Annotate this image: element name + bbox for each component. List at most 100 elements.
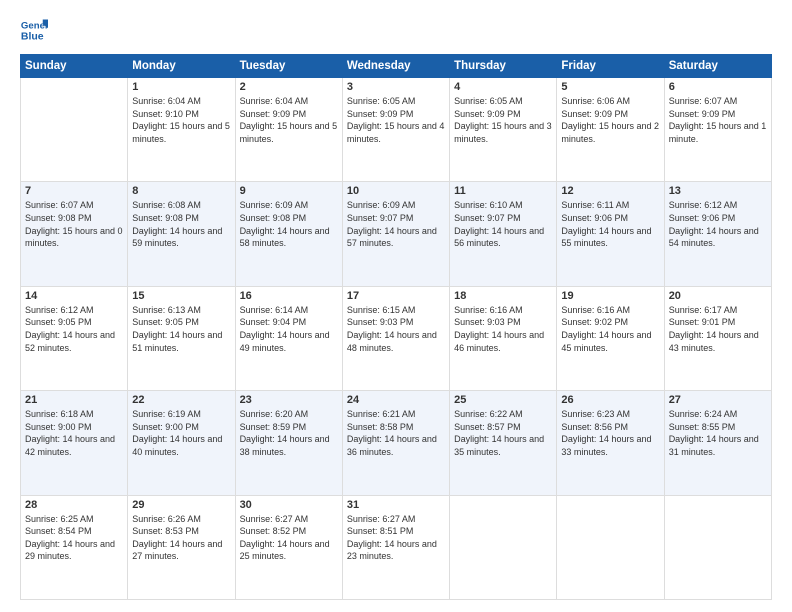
day-number: 21 — [25, 394, 123, 406]
cell-info: Sunrise: 6:27 AMSunset: 8:51 PMDaylight:… — [347, 513, 445, 563]
cell-info: Sunrise: 6:07 AMSunset: 9:08 PMDaylight:… — [25, 199, 123, 249]
cell-info: Sunrise: 6:16 AMSunset: 9:02 PMDaylight:… — [561, 304, 659, 354]
calendar-cell: 5 Sunrise: 6:06 AMSunset: 9:09 PMDaylight… — [557, 78, 664, 182]
cell-info: Sunrise: 6:18 AMSunset: 9:00 PMDaylight:… — [25, 408, 123, 458]
calendar-cell: 4 Sunrise: 6:05 AMSunset: 9:09 PMDaylight… — [450, 78, 557, 182]
day-number: 15 — [132, 290, 230, 302]
cell-info: Sunrise: 6:22 AMSunset: 8:57 PMDaylight:… — [454, 408, 552, 458]
cell-info: Sunrise: 6:16 AMSunset: 9:03 PMDaylight:… — [454, 304, 552, 354]
cell-info: Sunrise: 6:25 AMSunset: 8:54 PMDaylight:… — [25, 513, 123, 563]
calendar-cell: 22 Sunrise: 6:19 AMSunset: 9:00 PMDayligh… — [128, 391, 235, 495]
calendar-cell: 7 Sunrise: 6:07 AMSunset: 9:08 PMDaylight… — [21, 182, 128, 286]
day-number: 5 — [561, 81, 659, 93]
header: General Blue — [20, 16, 772, 44]
day-number: 26 — [561, 394, 659, 406]
cell-info: Sunrise: 6:11 AMSunset: 9:06 PMDaylight:… — [561, 199, 659, 249]
calendar-cell: 6 Sunrise: 6:07 AMSunset: 9:09 PMDaylight… — [664, 78, 771, 182]
calendar-cell: 2Sunrise: 6:04 AMSunset: 9:09 PMDaylight… — [235, 78, 342, 182]
day-number: 1 — [132, 81, 230, 93]
weekday-header-sunday: Sunday — [21, 55, 128, 78]
calendar-cell: 24Sunrise: 6:21 AMSunset: 8:58 PMDayligh… — [342, 391, 449, 495]
weekday-header-tuesday: Tuesday — [235, 55, 342, 78]
day-number: 17 — [347, 290, 445, 302]
calendar-cell: 14Sunrise: 6:12 AMSunset: 9:05 PMDayligh… — [21, 286, 128, 390]
calendar-cell — [557, 495, 664, 599]
calendar-cell: 9Sunrise: 6:09 AMSunset: 9:08 PMDaylight… — [235, 182, 342, 286]
cell-info: Sunrise: 6:19 AMSunset: 9:00 PMDaylight:… — [132, 408, 230, 458]
cell-info: Sunrise: 6:23 AMSunset: 8:56 PMDaylight:… — [561, 408, 659, 458]
day-number: 18 — [454, 290, 552, 302]
cell-info: Sunrise: 6:21 AMSunset: 8:58 PMDaylight:… — [347, 408, 445, 458]
calendar-cell: 12 Sunrise: 6:11 AMSunset: 9:06 PMDayligh… — [557, 182, 664, 286]
calendar-cell: 28 Sunrise: 6:25 AMSunset: 8:54 PMDayligh… — [21, 495, 128, 599]
day-number: 23 — [240, 394, 338, 406]
cell-info: Sunrise: 6:15 AMSunset: 9:03 PMDaylight:… — [347, 304, 445, 354]
day-number: 31 — [347, 499, 445, 511]
week-row-1: 1Sunrise: 6:04 AMSunset: 9:10 PMDaylight… — [21, 78, 772, 182]
day-number: 30 — [240, 499, 338, 511]
cell-info: Sunrise: 6:09 AMSunset: 9:07 PMDaylight:… — [347, 199, 445, 249]
weekday-header-friday: Friday — [557, 55, 664, 78]
calendar-cell: 30 Sunrise: 6:27 AMSunset: 8:52 PMDayligh… — [235, 495, 342, 599]
day-number: 12 — [561, 185, 659, 197]
day-number: 22 — [132, 394, 230, 406]
cell-info: Sunrise: 6:07 AMSunset: 9:09 PMDaylight:… — [669, 95, 767, 145]
calendar-cell: 21 Sunrise: 6:18 AMSunset: 9:00 PMDayligh… — [21, 391, 128, 495]
day-number: 10 — [347, 185, 445, 197]
calendar-cell — [664, 495, 771, 599]
logo: General Blue — [20, 16, 48, 44]
logo-icon: General Blue — [20, 16, 48, 44]
calendar-cell: 20 Sunrise: 6:17 AMSunset: 9:01 PMDayligh… — [664, 286, 771, 390]
cell-info: Sunrise: 6:12 AMSunset: 9:05 PMDaylight:… — [25, 304, 123, 354]
cell-info: Sunrise: 6:12 AMSunset: 9:06 PMDaylight:… — [669, 199, 767, 249]
calendar-cell: 11 Sunrise: 6:10 AMSunset: 9:07 PMDayligh… — [450, 182, 557, 286]
day-number: 20 — [669, 290, 767, 302]
calendar-cell — [21, 78, 128, 182]
calendar-cell: 27 Sunrise: 6:24 AMSunset: 8:55 PMDayligh… — [664, 391, 771, 495]
day-number: 6 — [669, 81, 767, 93]
day-number: 7 — [25, 185, 123, 197]
calendar-page: General Blue SundayMondayTuesdayWednesda… — [0, 0, 792, 612]
cell-info: Sunrise: 6:05 AMSunset: 9:09 PMDaylight:… — [347, 95, 445, 145]
cell-info: Sunrise: 6:06 AMSunset: 9:09 PMDaylight:… — [561, 95, 659, 145]
cell-info: Sunrise: 6:14 AMSunset: 9:04 PMDaylight:… — [240, 304, 338, 354]
calendar-cell: 3 Sunrise: 6:05 AMSunset: 9:09 PMDaylight… — [342, 78, 449, 182]
cell-info: Sunrise: 6:04 AMSunset: 9:09 PMDaylight:… — [240, 95, 338, 145]
calendar-cell: 26 Sunrise: 6:23 AMSunset: 8:56 PMDayligh… — [557, 391, 664, 495]
cell-info: Sunrise: 6:10 AMSunset: 9:07 PMDaylight:… — [454, 199, 552, 249]
week-row-2: 7 Sunrise: 6:07 AMSunset: 9:08 PMDaylight… — [21, 182, 772, 286]
day-number: 3 — [347, 81, 445, 93]
calendar-cell: 1Sunrise: 6:04 AMSunset: 9:10 PMDaylight… — [128, 78, 235, 182]
calendar-cell: 15 Sunrise: 6:13 AMSunset: 9:05 PMDayligh… — [128, 286, 235, 390]
cell-info: Sunrise: 6:26 AMSunset: 8:53 PMDaylight:… — [132, 513, 230, 563]
day-number: 29 — [132, 499, 230, 511]
day-number: 11 — [454, 185, 552, 197]
week-row-3: 14Sunrise: 6:12 AMSunset: 9:05 PMDayligh… — [21, 286, 772, 390]
day-number: 19 — [561, 290, 659, 302]
day-number: 8 — [132, 185, 230, 197]
calendar-cell — [450, 495, 557, 599]
week-row-5: 28 Sunrise: 6:25 AMSunset: 8:54 PMDayligh… — [21, 495, 772, 599]
cell-info: Sunrise: 6:05 AMSunset: 9:09 PMDaylight:… — [454, 95, 552, 145]
svg-text:Blue: Blue — [21, 31, 44, 43]
day-number: 13 — [669, 185, 767, 197]
cell-info: Sunrise: 6:27 AMSunset: 8:52 PMDaylight:… — [240, 513, 338, 563]
calendar-cell: 19 Sunrise: 6:16 AMSunset: 9:02 PMDayligh… — [557, 286, 664, 390]
cell-info: Sunrise: 6:13 AMSunset: 9:05 PMDaylight:… — [132, 304, 230, 354]
cell-info: Sunrise: 6:09 AMSunset: 9:08 PMDaylight:… — [240, 199, 338, 249]
day-number: 28 — [25, 499, 123, 511]
calendar-cell: 31 Sunrise: 6:27 AMSunset: 8:51 PMDayligh… — [342, 495, 449, 599]
calendar-cell: 8Sunrise: 6:08 AMSunset: 9:08 PMDaylight… — [128, 182, 235, 286]
cell-info: Sunrise: 6:24 AMSunset: 8:55 PMDaylight:… — [669, 408, 767, 458]
calendar-cell: 16 Sunrise: 6:14 AMSunset: 9:04 PMDayligh… — [235, 286, 342, 390]
weekday-header-row: SundayMondayTuesdayWednesdayThursdayFrid… — [21, 55, 772, 78]
day-number: 16 — [240, 290, 338, 302]
weekday-header-saturday: Saturday — [664, 55, 771, 78]
cell-info: Sunrise: 6:20 AMSunset: 8:59 PMDaylight:… — [240, 408, 338, 458]
weekday-header-wednesday: Wednesday — [342, 55, 449, 78]
day-number: 4 — [454, 81, 552, 93]
cell-info: Sunrise: 6:17 AMSunset: 9:01 PMDaylight:… — [669, 304, 767, 354]
day-number: 27 — [669, 394, 767, 406]
calendar-cell: 23 Sunrise: 6:20 AMSunset: 8:59 PMDayligh… — [235, 391, 342, 495]
calendar-cell: 25Sunrise: 6:22 AMSunset: 8:57 PMDayligh… — [450, 391, 557, 495]
